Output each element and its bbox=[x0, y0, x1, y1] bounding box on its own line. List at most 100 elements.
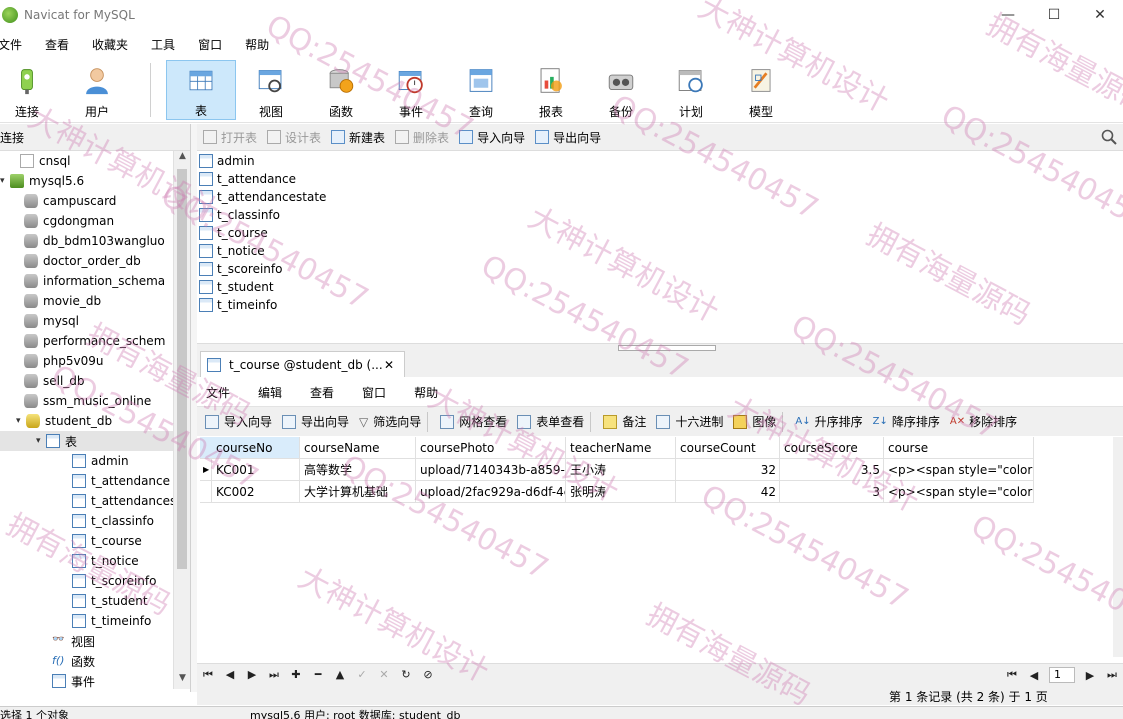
tree-node-t-classinfo[interactable]: t_classinfo bbox=[72, 511, 154, 531]
prev-page-icon[interactable]: ◀ bbox=[1023, 669, 1045, 682]
cell-coursephoto[interactable]: upload/2fac929a-d6df-4c bbox=[416, 481, 566, 503]
toolbar-schedule-button[interactable]: 计划 bbox=[656, 60, 726, 120]
export-wizard-button[interactable]: 导出向导 bbox=[535, 129, 601, 146]
last-record-icon[interactable]: ⏭ bbox=[263, 668, 285, 682]
toolbar-connection-button[interactable]: 连接 bbox=[0, 60, 62, 120]
cell-courseno[interactable]: KC002 bbox=[212, 481, 300, 503]
column-header-coursename[interactable]: courseName bbox=[300, 437, 416, 459]
tree-node-student-db[interactable]: ▾ student_db bbox=[16, 411, 112, 431]
grid-import-button[interactable]: 导入向导 bbox=[205, 413, 272, 430]
import-wizard-button[interactable]: 导入向导 bbox=[459, 129, 525, 146]
tree-node-cgdongman[interactable]: cgdongman bbox=[24, 211, 114, 231]
cell-coursename[interactable]: 大学计算机基础 bbox=[300, 481, 416, 503]
tree-node-movie-db[interactable]: movie_db bbox=[24, 291, 101, 311]
cell-coursescore[interactable]: 3 bbox=[780, 481, 884, 503]
toolbar-report-button[interactable]: 报表 bbox=[516, 60, 586, 120]
scroll-thumb[interactable] bbox=[177, 169, 187, 569]
cell-teachername[interactable]: 王小涛 bbox=[566, 459, 676, 481]
grid-export-button[interactable]: 导出向导 bbox=[282, 413, 349, 430]
expand-arrow-icon[interactable]: ▾ bbox=[16, 416, 26, 426]
delete-table-button[interactable]: 删除表 bbox=[395, 129, 449, 146]
scroll-up-icon[interactable]: ▲ bbox=[174, 151, 191, 167]
sort-descending-button[interactable]: Z↓ 降序排序 bbox=[873, 413, 940, 430]
cell-coursename[interactable]: 高等数学 bbox=[300, 459, 416, 481]
tree-node-doctor-order-db[interactable]: doctor_order_db bbox=[24, 251, 141, 271]
form-view-button[interactable]: 表单查看 bbox=[517, 413, 584, 430]
tab-menu-window[interactable]: 窗口 bbox=[362, 384, 386, 401]
sort-ascending-button[interactable]: A↓ 升序排序 bbox=[795, 413, 862, 430]
object-item-t-timeinfo[interactable]: t_timeinfo bbox=[199, 296, 277, 314]
tree-node-performance-schema[interactable]: performance_schem bbox=[24, 331, 165, 351]
remove-sort-button[interactable]: A✕ 移除排序 bbox=[950, 413, 1017, 430]
tree-node-ssm-music-online[interactable]: ssm_music_online bbox=[24, 391, 151, 411]
stop-icon[interactable]: ⊘ bbox=[417, 668, 439, 681]
cell-courseno[interactable]: KC001 bbox=[212, 459, 300, 481]
add-record-icon[interactable]: ✚ bbox=[285, 668, 307, 681]
cell-coursecount[interactable]: 42 bbox=[676, 481, 780, 503]
toolbar-table-button[interactable]: 表 bbox=[166, 60, 236, 120]
toolbar-model-button[interactable]: 模型 bbox=[726, 60, 796, 120]
toolbar-query-button[interactable]: 查询 bbox=[446, 60, 516, 120]
tree-node-functions[interactable]: f() 函数 bbox=[52, 651, 95, 671]
tree-node-tables-folder[interactable]: ▾ 表 bbox=[0, 431, 174, 451]
cell-coursecount[interactable]: 32 bbox=[676, 459, 780, 481]
toolbar-event-button[interactable]: 事件 bbox=[376, 60, 446, 120]
edit-record-icon[interactable]: ▲ bbox=[329, 668, 351, 681]
last-page-icon[interactable]: ⏭ bbox=[1101, 668, 1123, 682]
tree-node-mysql[interactable]: mysql bbox=[24, 311, 79, 331]
new-table-button[interactable]: 新建表 bbox=[331, 129, 385, 146]
menu-favorites[interactable]: 收藏夹 bbox=[92, 36, 128, 53]
menu-file[interactable]: 文件 bbox=[0, 36, 22, 53]
search-icon[interactable] bbox=[1101, 129, 1117, 145]
hex-button[interactable]: 十六进制 bbox=[656, 413, 723, 430]
toolbar-user-button[interactable]: 用户 bbox=[62, 60, 132, 120]
close-button[interactable]: ✕ bbox=[1077, 0, 1123, 30]
open-table-button[interactable]: 打开表 bbox=[203, 129, 257, 146]
table-row[interactable]: ▶ KC001 高等数学 upload/7140343b-a859-4 王小涛 … bbox=[200, 459, 1034, 481]
object-item-t-attendance[interactable]: t_attendance bbox=[199, 170, 296, 188]
column-header-courseno[interactable]: courseNo bbox=[200, 437, 300, 459]
object-item-t-student[interactable]: t_student bbox=[199, 278, 274, 296]
tab-menu-help[interactable]: 帮助 bbox=[414, 384, 438, 401]
tab-menu-view[interactable]: 查看 bbox=[310, 384, 334, 401]
cell-course[interactable]: <p><span style="color: r bbox=[884, 459, 1034, 481]
menu-tools[interactable]: 工具 bbox=[151, 36, 175, 53]
tree-node-events[interactable]: 事件 bbox=[52, 671, 95, 689]
discard-changes-icon[interactable]: ✕ bbox=[373, 668, 395, 681]
column-header-course[interactable]: course bbox=[884, 437, 1034, 459]
toolbar-view-button[interactable]: 视图 bbox=[236, 60, 306, 120]
toolbar-function-button[interactable]: 函数 bbox=[306, 60, 376, 120]
object-item-t-attendancestate[interactable]: t_attendancestate bbox=[199, 188, 326, 206]
tree-node-information-schema[interactable]: information_schema bbox=[24, 271, 165, 291]
table-row[interactable]: KC002 大学计算机基础 upload/2fac929a-d6df-4c 张明… bbox=[200, 481, 1034, 503]
design-table-button[interactable]: 设计表 bbox=[267, 129, 321, 146]
object-item-admin[interactable]: admin bbox=[199, 152, 255, 170]
tree-node-php5v09u[interactable]: php5v09u bbox=[24, 351, 103, 371]
first-record-icon[interactable]: ⏮ bbox=[197, 668, 219, 682]
grid-view-button[interactable]: 网格查看 bbox=[440, 413, 507, 430]
tree-node-campuscard[interactable]: campuscard bbox=[24, 191, 116, 211]
first-page-icon[interactable]: ⏮ bbox=[1001, 668, 1023, 682]
cell-teachername[interactable]: 张明涛 bbox=[566, 481, 676, 503]
column-header-teachername[interactable]: teacherName bbox=[566, 437, 676, 459]
expand-arrow-icon[interactable]: ▾ bbox=[0, 176, 10, 186]
apply-changes-icon[interactable]: ✓ bbox=[351, 668, 373, 681]
delete-record-icon[interactable]: ━ bbox=[307, 668, 329, 681]
prev-record-icon[interactable]: ◀ bbox=[219, 668, 241, 681]
memo-button[interactable]: 备注 bbox=[603, 413, 646, 430]
tree-scrollbar[interactable]: ▲ ▼ bbox=[173, 151, 190, 689]
cell-coursephoto[interactable]: upload/7140343b-a859-4 bbox=[416, 459, 566, 481]
object-item-t-notice[interactable]: t_notice bbox=[199, 242, 265, 260]
cell-coursescore[interactable]: 3.5 bbox=[780, 459, 884, 481]
horizontal-splitter[interactable] bbox=[197, 343, 1123, 351]
tree-node-t-student[interactable]: t_student bbox=[72, 591, 148, 611]
tab-menu-edit[interactable]: 编辑 bbox=[258, 384, 282, 401]
scroll-down-icon[interactable]: ▼ bbox=[174, 673, 191, 689]
tree-node-mysql56[interactable]: ▾ mysql5.6 bbox=[0, 171, 84, 191]
grid-scrollbar[interactable] bbox=[1113, 437, 1123, 657]
close-tab-icon[interactable]: ✕ bbox=[384, 358, 394, 372]
tab-menu-file[interactable]: 文件 bbox=[206, 384, 230, 401]
tree-node-db-bdm103wangluo[interactable]: db_bdm103wangluo bbox=[24, 231, 165, 251]
tree-node-cnsql[interactable]: cnsql bbox=[10, 151, 70, 171]
object-item-t-scoreinfo[interactable]: t_scoreinfo bbox=[199, 260, 282, 278]
